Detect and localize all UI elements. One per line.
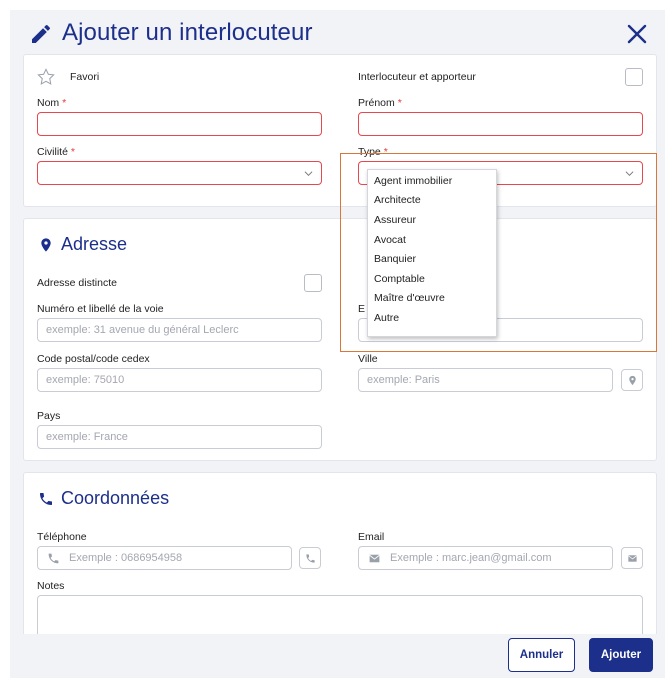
- country-placeholder: exemple: France: [46, 431, 128, 443]
- chevron-down-icon: [304, 171, 313, 177]
- contact-card: Coordonnées Téléphone Exemple : 06869549…: [23, 472, 657, 645]
- pencil-icon: [32, 24, 51, 43]
- notes-label: Notes: [37, 580, 65, 592]
- city-label: Ville: [358, 353, 378, 365]
- phone-placeholder: Exemple : 0686954958: [69, 552, 183, 564]
- email-placeholder: Exemple : marc.jean@gmail.com: [390, 552, 552, 564]
- email-label: Email: [358, 531, 385, 543]
- civilite-select[interactable]: [37, 161, 322, 185]
- phone-icon: [48, 553, 59, 564]
- postal-code-input[interactable]: exemple: 75010: [37, 368, 322, 392]
- modal-title: Ajouter un interlocuteur: [62, 19, 313, 46]
- mail-icon: [628, 555, 637, 562]
- postal-code-label: Code postal/code cedex: [37, 353, 150, 365]
- required-mark: *: [62, 97, 67, 109]
- phone-icon: [40, 493, 52, 505]
- modal-header: Ajouter un interlocuteur: [10, 10, 665, 54]
- country-input[interactable]: exemple: France: [37, 425, 322, 449]
- street-placeholder: exemple: 31 avenue du général Leclerc: [46, 324, 239, 336]
- phone-icon: [306, 554, 315, 563]
- close-icon[interactable]: [625, 22, 649, 46]
- prenom-input[interactable]: [358, 112, 643, 136]
- phone-label: Téléphone: [37, 531, 87, 543]
- interlocuteur-apporteur-checkbox[interactable]: [625, 68, 643, 86]
- street-input[interactable]: exemple: 31 avenue du général Leclerc: [37, 318, 322, 342]
- map-pin-icon: [41, 238, 51, 252]
- add-button[interactable]: Ajouter: [589, 638, 653, 672]
- send-email-button[interactable]: [621, 547, 643, 569]
- interlocuteur-apporteur-label: Interlocuteur et apporteur: [358, 71, 476, 83]
- mail-icon: [369, 554, 380, 563]
- country-label: Pays: [37, 410, 61, 422]
- locate-button[interactable]: [621, 369, 643, 391]
- prenom-label: Prénom *: [358, 97, 402, 109]
- nom-label: Nom *: [37, 97, 66, 109]
- modal-footer: Annuler Ajouter: [10, 634, 665, 678]
- nom-input[interactable]: [37, 112, 322, 136]
- favori-label: Favori: [70, 71, 100, 83]
- map-pin-icon: [629, 375, 636, 386]
- city-placeholder: exemple: Paris: [367, 374, 440, 386]
- adresse-distincte-checkbox[interactable]: [304, 274, 322, 292]
- cancel-button[interactable]: Annuler: [508, 638, 575, 672]
- address-section-title: Adresse: [61, 234, 128, 254]
- civilite-label-text: Civilité: [37, 146, 68, 158]
- adresse-distincte-label: Adresse distincte: [37, 277, 117, 289]
- required-mark: *: [70, 146, 75, 158]
- contact-section-title: Coordonnées: [61, 488, 170, 508]
- street-label: Numéro et libellé de la voie: [37, 303, 164, 315]
- required-mark: *: [397, 97, 402, 109]
- prenom-label-text: Prénom: [358, 97, 395, 109]
- email-input[interactable]: Exemple : marc.jean@gmail.com: [358, 546, 613, 570]
- city-input[interactable]: exemple: Paris: [358, 368, 613, 392]
- civilite-label: Civilité *: [37, 146, 75, 158]
- nom-label-text: Nom: [37, 97, 60, 109]
- postal-code-placeholder: exemple: 75010: [46, 374, 125, 386]
- highlight-box: [340, 153, 657, 352]
- star-icon[interactable]: [36, 67, 56, 87]
- call-button[interactable]: [299, 547, 321, 569]
- phone-input[interactable]: Exemple : 0686954958: [37, 546, 292, 570]
